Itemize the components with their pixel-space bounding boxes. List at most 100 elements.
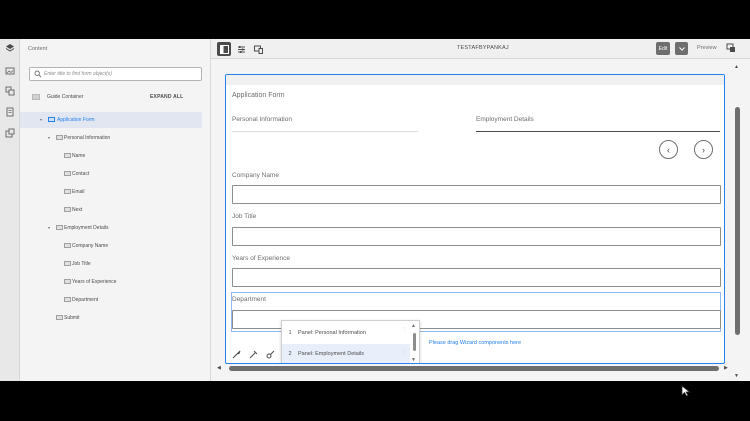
tree-item-department[interactable]: Department bbox=[20, 292, 202, 308]
form-objects-icon[interactable] bbox=[5, 107, 15, 117]
annotations-icon[interactable] bbox=[726, 43, 736, 53]
tree-item-years-of-experience[interactable]: Years of Experience bbox=[20, 274, 202, 290]
tree-item-contact[interactable]: Contact bbox=[20, 166, 202, 182]
scroll-up-icon[interactable]: ▲ bbox=[411, 323, 416, 329]
mode-dropdown[interactable] bbox=[675, 42, 688, 55]
tree-item-label: Name bbox=[72, 153, 86, 159]
tree-item-application-form[interactable]: ▾ Application Form bbox=[20, 112, 202, 128]
chevron-down-icon[interactable]: ▾ bbox=[48, 135, 50, 140]
scroll-left-icon[interactable]: ◀ bbox=[217, 365, 221, 371]
chevron-left-icon: ‹ bbox=[667, 144, 670, 155]
scroll-down-icon[interactable]: ▼ bbox=[734, 373, 739, 379]
document-title: TESTAFBYPANKAJ bbox=[457, 45, 509, 51]
job-title-label: Job Title bbox=[232, 213, 257, 220]
component-icon bbox=[56, 135, 63, 140]
canvas-vertical-scrollbar[interactable]: ▲ ▼ bbox=[733, 59, 742, 381]
job-title-field[interactable] bbox=[232, 227, 721, 246]
panel-title: Content bbox=[28, 46, 48, 52]
component-toolbar bbox=[226, 345, 286, 363]
tab-personal-information[interactable]: Personal Information bbox=[232, 116, 292, 123]
panel-item-number: 2 bbox=[288, 351, 292, 357]
chevron-right-icon: › bbox=[702, 144, 705, 155]
layers-icon[interactable] bbox=[5, 43, 15, 53]
tree-item-name[interactable]: Name bbox=[20, 148, 202, 164]
tree-item-label: Employment Details bbox=[64, 225, 109, 231]
component-icon bbox=[64, 171, 71, 176]
component-icon bbox=[56, 315, 63, 320]
tree-item-label: Email bbox=[72, 189, 85, 195]
drag-handle-icon[interactable]: ⋮ bbox=[402, 349, 407, 358]
tab-underline bbox=[232, 131, 418, 132]
drag-handle-icon[interactable]: ⋮ bbox=[402, 328, 407, 337]
editor-toolbar: TESTAFBYPANKAJ Edit Preview bbox=[211, 39, 750, 59]
tree-item-submit[interactable]: Submit bbox=[20, 310, 202, 326]
component-icon bbox=[56, 225, 63, 230]
active-tab-underline bbox=[476, 131, 720, 132]
tree-item-next[interactable]: Next bbox=[20, 202, 202, 218]
configure-icon[interactable] bbox=[266, 350, 275, 359]
scroll-right-icon[interactable]: ▶ bbox=[724, 365, 728, 371]
tree-header: Guide Container EXPAND ALL bbox=[20, 91, 211, 105]
wrench-icon[interactable] bbox=[232, 350, 241, 359]
drag-components-hint: Please drag Wizard components here bbox=[429, 340, 522, 346]
search-icon bbox=[34, 70, 42, 78]
component-icon bbox=[64, 261, 71, 266]
panel-item-label: Panel: Personal Information bbox=[298, 330, 366, 336]
tree-item-personal-information[interactable]: ▾ Personal Information bbox=[20, 130, 202, 146]
chevron-down-icon[interactable]: ▾ bbox=[48, 225, 50, 230]
tree-item-job-title[interactable]: Job Title bbox=[20, 256, 202, 272]
component-icon bbox=[64, 189, 71, 194]
components-icon[interactable] bbox=[5, 86, 15, 96]
properties-button[interactable] bbox=[234, 42, 248, 56]
expand-all-button[interactable]: EXPAND ALL bbox=[150, 94, 183, 100]
component-icon bbox=[64, 153, 71, 158]
tree-item-label: Personal Information bbox=[64, 135, 111, 141]
scroll-thumb[interactable] bbox=[413, 333, 416, 351]
panel-list-scrollbar[interactable]: ▲ ▼ bbox=[411, 323, 418, 363]
panel-item-number: 1 bbox=[288, 330, 292, 336]
edit-mode-button[interactable]: Edit bbox=[656, 42, 670, 55]
next-button[interactable]: › bbox=[694, 140, 713, 159]
adaptive-form: Application Form Personal Information Em… bbox=[225, 74, 725, 364]
object-search[interactable] bbox=[29, 67, 202, 81]
assets-icon[interactable] bbox=[5, 66, 15, 76]
scroll-up-icon[interactable]: ▲ bbox=[734, 64, 739, 70]
component-icon bbox=[64, 297, 71, 302]
department-label: Department bbox=[232, 296, 266, 303]
tree-item-employment-details[interactable]: ▾ Employment Details bbox=[20, 220, 202, 236]
previous-button[interactable]: ‹ bbox=[659, 140, 678, 159]
experience-field[interactable] bbox=[232, 268, 721, 287]
emulator-button[interactable] bbox=[251, 42, 265, 56]
tree-item-label: Application Form bbox=[57, 117, 95, 123]
toggle-side-panel-button[interactable] bbox=[217, 42, 231, 56]
data-sources-icon[interactable] bbox=[5, 128, 15, 138]
scroll-down-icon[interactable]: ▼ bbox=[411, 357, 416, 363]
editor-canvas: Application Form Personal Information Em… bbox=[214, 65, 738, 373]
horizontal-scroll-thumb[interactable] bbox=[229, 366, 719, 371]
preview-button[interactable]: Preview bbox=[697, 45, 717, 51]
tab-employment-details[interactable]: Employment Details bbox=[476, 116, 534, 123]
company-name-field[interactable] bbox=[232, 185, 721, 204]
wizard-panel-list: 1 Panel: Personal Information ⋮ 2 Panel:… bbox=[281, 320, 420, 363]
tree-item-label: Contact bbox=[72, 171, 90, 177]
company-name-label: Company Name bbox=[232, 172, 279, 179]
panel-item-label: Panel: Employment Details bbox=[298, 351, 365, 357]
component-icon bbox=[64, 279, 71, 284]
experience-label: Years of Experience bbox=[232, 255, 290, 262]
canvas-horizontal-scrollbar[interactable]: ◀ ▶ bbox=[214, 364, 733, 373]
tree-item-label: Submit bbox=[64, 315, 80, 321]
side-rail bbox=[0, 39, 20, 381]
form-title[interactable]: Application Form bbox=[232, 92, 285, 99]
panel-item-employment-details[interactable]: 2 Panel: Employment Details ⋮ bbox=[282, 344, 410, 363]
edit-rules-icon[interactable] bbox=[249, 350, 258, 359]
search-input[interactable] bbox=[44, 69, 194, 79]
aem-form-editor: Content Guide Container EXPAND ALL ▾ Appl… bbox=[0, 39, 750, 397]
tree-item-label: Next bbox=[72, 207, 83, 213]
vertical-scroll-thumb[interactable] bbox=[735, 107, 740, 335]
chevron-down-icon[interactable]: ▾ bbox=[40, 117, 42, 122]
side-panel-icon bbox=[219, 44, 229, 54]
root-label[interactable]: Guide Container bbox=[47, 94, 83, 100]
panel-item-personal-information[interactable]: 1 Panel: Personal Information ⋮ bbox=[282, 323, 410, 343]
tree-item-company-name[interactable]: Company Name bbox=[20, 238, 202, 254]
tree-item-email[interactable]: Email bbox=[20, 184, 202, 200]
